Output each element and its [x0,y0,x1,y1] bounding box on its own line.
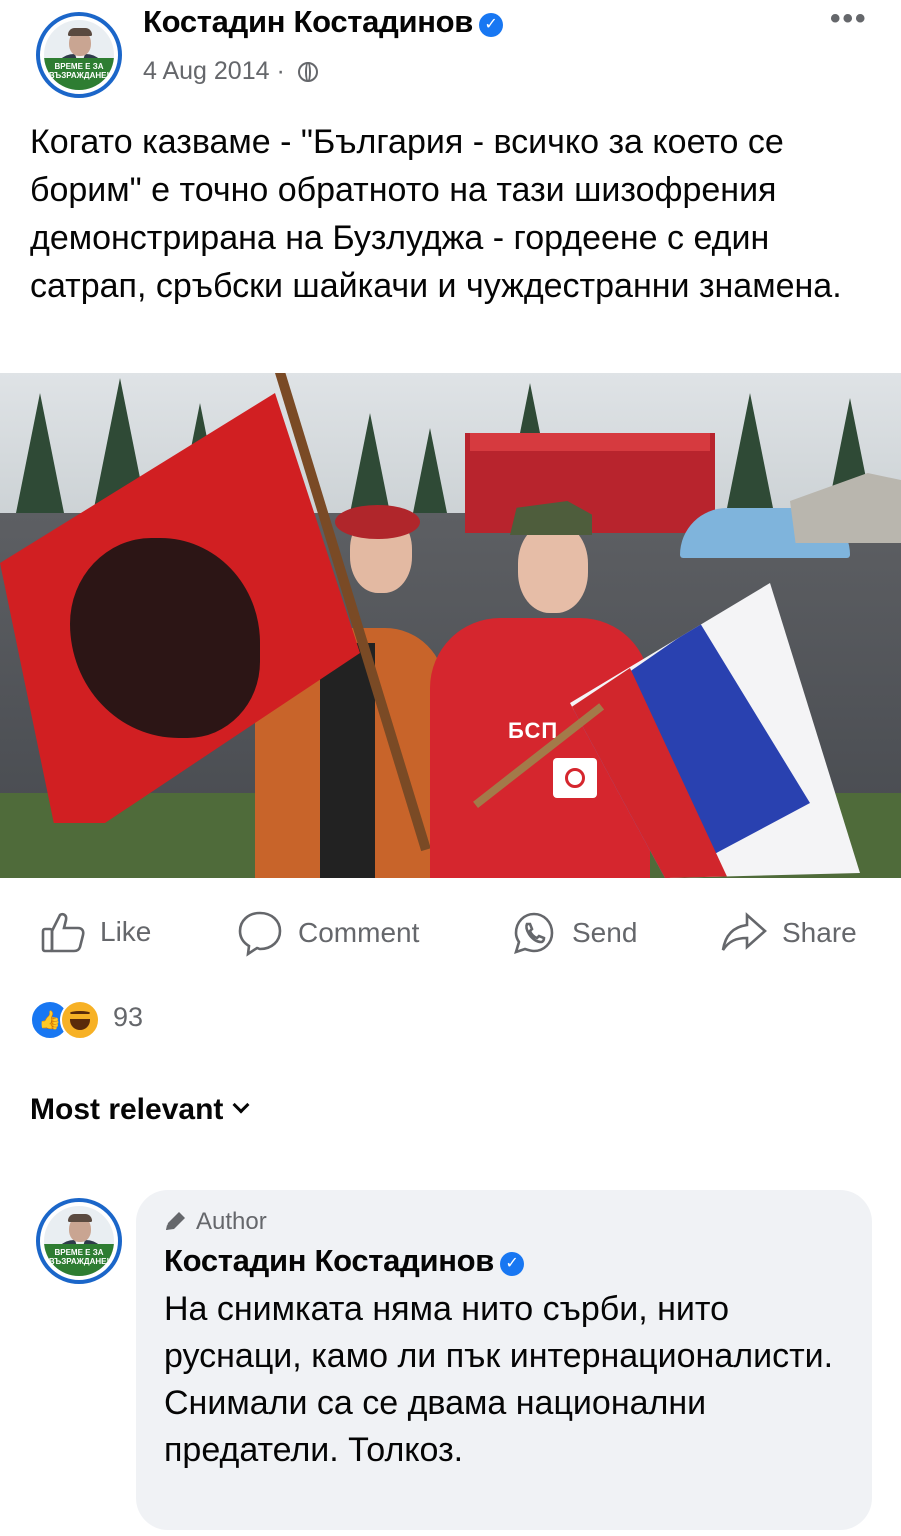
whatsapp-icon [514,912,554,955]
verified-badge-icon: ✓ [500,1252,525,1276]
like-icon [41,912,85,953]
post-author-avatar[interactable]: ВРЕМЕ Е ЗА ВЪЗРАЖДАНЕ! [36,12,122,98]
author-tag: Author [164,1208,267,1236]
haha-reaction-icon [60,1000,100,1040]
comment-icon [238,911,282,957]
meta-separator: · [276,57,285,85]
share-arrow-icon [721,912,767,951]
comment-author-avatar[interactable]: ВРЕМЕ Е ЗА ВЪЗРАЖДАНЕ! [36,1198,122,1284]
globe-icon [297,62,318,82]
post-photo[interactable]: БСП [0,373,901,878]
reaction-count[interactable]: 93 [113,1002,143,1033]
photo-rose-icon [565,768,585,788]
comment-author-row: Костадин Костадинов ✓ [164,1243,525,1279]
avatar-hair [68,28,92,36]
comment-button[interactable]: Comment [236,909,419,957]
post-author-row: Костадин Костадинов ✓ [143,4,504,40]
like-button[interactable]: Like [40,909,151,955]
photo-person-left-shirt [320,643,375,878]
sort-label: Most relevant [30,1093,224,1126]
avatar-banner: ВРЕМЕ Е ЗА ВЪЗРАЖДАНЕ! [44,1244,114,1276]
comment-label: Comment [298,917,420,948]
share-label: Share [782,917,857,948]
verified-badge-icon: ✓ [479,13,504,37]
author-tag-label: Author [196,1208,267,1235]
comment-sort-dropdown[interactable]: Most relevant [30,1093,250,1127]
share-button[interactable]: Share [720,909,857,957]
avatar-banner: ВРЕМЕ Е ЗА ВЪЗРАЖДАНЕ! [44,58,114,90]
comment-author-name[interactable]: Костадин Костадинов [164,1243,494,1278]
more-options-button[interactable]: ••• [830,2,868,36]
pencil-icon [166,1212,185,1230]
avatar-photo: ВРЕМЕ Е ЗА ВЪЗРАЖДАНЕ! [44,1206,114,1276]
photo-stage-banner [470,433,710,451]
reaction-icons[interactable]: 👍 [30,1000,110,1040]
comment-text: На снимката няма нито сърби, нито руснац… [164,1290,834,1469]
avatar-hair [68,1214,92,1222]
like-label: Like [100,916,152,947]
photo-person-right-face [518,523,588,613]
chevron-down-icon [232,1096,250,1114]
post-meta: 4 Aug 2014 · [143,57,318,86]
post-author-name[interactable]: Костадин Костадинов [143,4,473,39]
send-label: Send [572,917,638,948]
post-text: Когато казваме - "България - всичко за к… [30,123,842,305]
photo-person-left-beret [335,505,420,539]
send-button[interactable]: Send [510,909,637,957]
post-date[interactable]: 4 Aug 2014 [143,57,270,85]
avatar-photo: ВРЕМЕ Е ЗА ВЪЗРАЖДАНЕ! [44,20,114,90]
